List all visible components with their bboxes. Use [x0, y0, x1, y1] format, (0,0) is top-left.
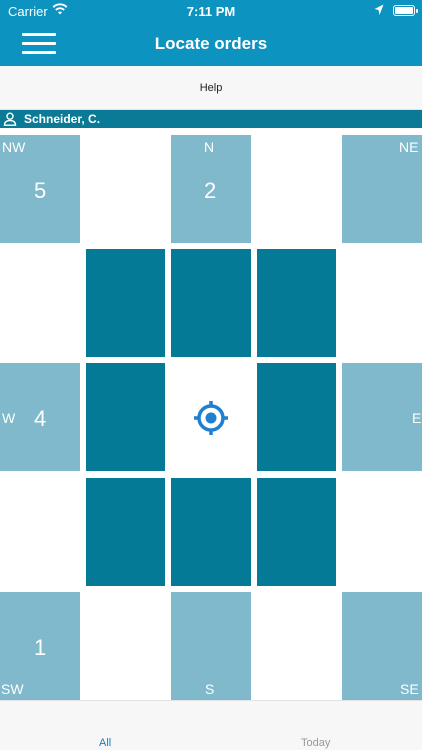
sector-w-count: 4	[34, 406, 47, 431]
crosshair-icon[interactable]	[193, 400, 229, 436]
clock: 7:11 PM	[186, 4, 236, 19]
sector-w-label: W	[2, 410, 16, 426]
sector-nw-count: 5	[34, 178, 47, 203]
inner-sector-w[interactable]	[86, 363, 165, 471]
sector-sw-count: 1	[34, 635, 47, 660]
tab-today[interactable]: Today	[301, 737, 330, 749]
sector-ne[interactable]: NE	[342, 135, 422, 243]
sector-n[interactable]: N 2	[171, 135, 251, 243]
sector-s[interactable]: S	[171, 592, 251, 700]
status-bar: Carrier 7:11 PM	[0, 0, 422, 22]
sector-e-label: E	[412, 410, 422, 426]
inner-sector-e[interactable]	[257, 363, 336, 471]
help-bar: Help	[0, 66, 422, 110]
sector-nw[interactable]: NW 5	[0, 135, 80, 243]
nav-bar: Locate orders	[0, 22, 422, 66]
user-icon	[3, 112, 17, 126]
sector-s-label: S	[205, 681, 215, 697]
inner-sector-nw[interactable]	[86, 249, 165, 357]
sector-se-label: SE	[400, 681, 419, 697]
location-arrow-icon	[374, 4, 384, 15]
tab-bar: All Today	[0, 700, 422, 750]
user-name: Schneider, C.	[24, 112, 101, 126]
sector-nw-label: NW	[2, 139, 26, 155]
sector-sw-label: SW	[1, 681, 24, 697]
sector-sw[interactable]: 1 SW	[0, 592, 80, 700]
sector-se[interactable]: SE	[342, 592, 422, 700]
inner-sector-s[interactable]	[171, 478, 251, 586]
sector-n-count: 2	[204, 178, 217, 203]
user-bar: Schneider, C.	[0, 110, 422, 128]
battery-icon	[393, 5, 418, 16]
sector-w[interactable]: W 4	[0, 363, 80, 471]
tab-all[interactable]: All	[99, 737, 111, 749]
inner-sector-n[interactable]	[171, 249, 251, 357]
sector-n-label: N	[204, 139, 215, 155]
sector-ne-label: NE	[399, 139, 419, 155]
sector-e[interactable]: E	[342, 363, 422, 471]
page-title: Locate orders	[154, 34, 268, 53]
inner-sector-ne[interactable]	[257, 249, 336, 357]
help-button[interactable]: Help	[0, 82, 422, 94]
inner-sector-se[interactable]	[257, 478, 336, 586]
inner-sector-sw[interactable]	[86, 478, 165, 586]
